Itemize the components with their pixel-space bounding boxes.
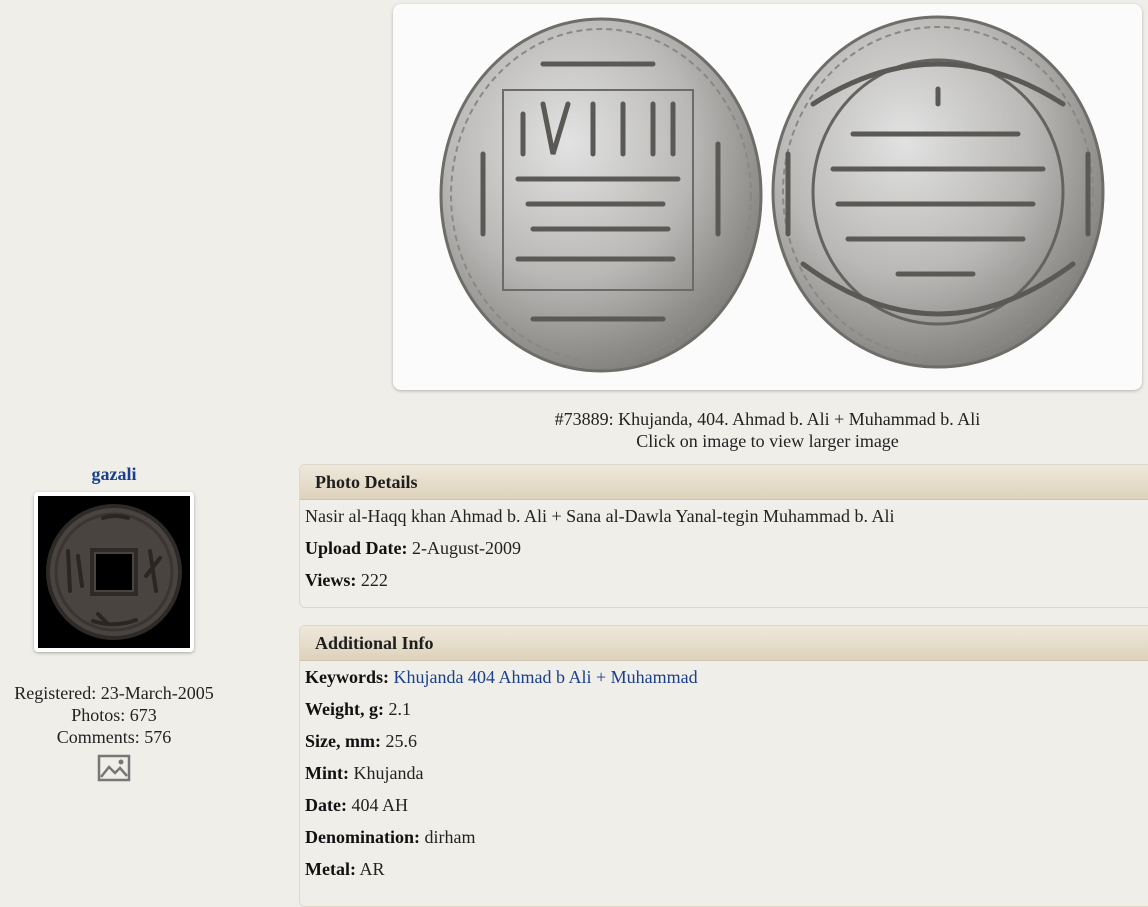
weight-row: Weight, g: 2.1 [300, 693, 1148, 725]
mint-value: Khujanda [353, 763, 424, 783]
keywords-row: Keywords: Khujanda 404 Ahmad b Ali + Muh… [300, 661, 1148, 693]
views-row: Views: 222 [300, 564, 1148, 596]
metal-label: Metal: [305, 859, 356, 879]
image-gallery-icon[interactable] [97, 754, 131, 787]
avatar[interactable] [34, 492, 194, 652]
additional-info-title: Additional Info [300, 626, 1148, 661]
views-value: 222 [360, 570, 388, 590]
mint-row: Mint: Khujanda [300, 757, 1148, 789]
coin-obverse [439, 17, 763, 373]
registered-date: 23-March-2005 [100, 683, 214, 703]
date-value: 404 AH [351, 795, 408, 815]
date-row: Date: 404 AH [300, 789, 1148, 821]
coin-photo[interactable] [393, 4, 1142, 390]
comments-line: Comments: 576 [0, 726, 228, 748]
denomination-row: Denomination: dirham [300, 821, 1148, 853]
metal-value: AR [359, 859, 385, 879]
upload-date-row: Upload Date: 2-August-2009 [300, 532, 1148, 564]
metal-row: Metal: AR [300, 853, 1148, 885]
photo-hint: Click on image to view larger image [636, 431, 899, 451]
photos-count: 673 [129, 705, 157, 725]
views-label: Views: [305, 570, 357, 590]
size-row: Size, mm: 25.6 [300, 725, 1148, 757]
registered-label: Registered: [14, 683, 97, 703]
upload-date-value: 2-August-2009 [412, 538, 521, 558]
user-stats: Registered: 23-March-2005 Photos: 673 Co… [0, 682, 228, 787]
username-link[interactable]: gazali [0, 462, 228, 486]
additional-info-panel: Additional Info Keywords: Khujanda 404 A… [299, 625, 1148, 907]
denomination-label: Denomination: [305, 827, 421, 847]
size-value: 25.6 [385, 731, 417, 751]
user-profile: gazali Registered: 23-March-2005 Photos:… [0, 462, 228, 787]
photo-description: Nasir al-Haqq khan Ahmad b. Ali + Sana a… [305, 506, 895, 526]
weight-value: 2.1 [388, 699, 412, 719]
comments-label: Comments: [56, 727, 140, 747]
photo-details-title: Photo Details [300, 465, 1148, 500]
coin-reverse [771, 15, 1105, 369]
registered-line: Registered: 23-March-2005 [0, 682, 228, 704]
photos-line: Photos: 673 [0, 704, 228, 726]
weight-label: Weight, g: [305, 699, 384, 719]
photos-label: Photos: [71, 705, 126, 725]
denomination-value: dirham [424, 827, 476, 847]
comments-count: 576 [144, 727, 172, 747]
size-label: Size, mm: [305, 731, 381, 751]
keywords-link[interactable]: Khujanda 404 Ahmad b Ali + Muhammad [394, 667, 698, 687]
upload-date-label: Upload Date: [305, 538, 408, 558]
date-label: Date: [305, 795, 347, 815]
mint-label: Mint: [305, 763, 349, 783]
keywords-label: Keywords: [305, 667, 389, 687]
photo-caption: #73889: Khujanda, 404. Ahmad b. Ali + Mu… [554, 409, 981, 429]
photo-details-panel: Photo Details Nasir al-Haqq khan Ahmad b… [299, 464, 1148, 608]
